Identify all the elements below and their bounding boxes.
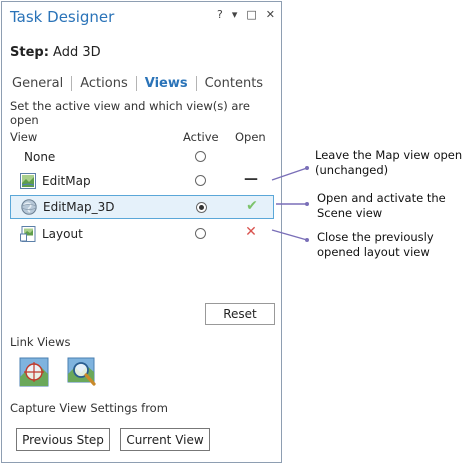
callout-scene-activate: Open and activate the Scene view (317, 191, 446, 220)
callout-map-unchanged: Leave the Map view open (unchanged) (315, 148, 463, 177)
leader-line-layout (271, 229, 308, 241)
leader-dot (305, 202, 309, 206)
leader-dot (305, 166, 309, 170)
callout-layout-close: Close the previously opened layout view (317, 230, 434, 259)
leader-dot (305, 238, 309, 242)
leader-line-map (271, 167, 308, 181)
